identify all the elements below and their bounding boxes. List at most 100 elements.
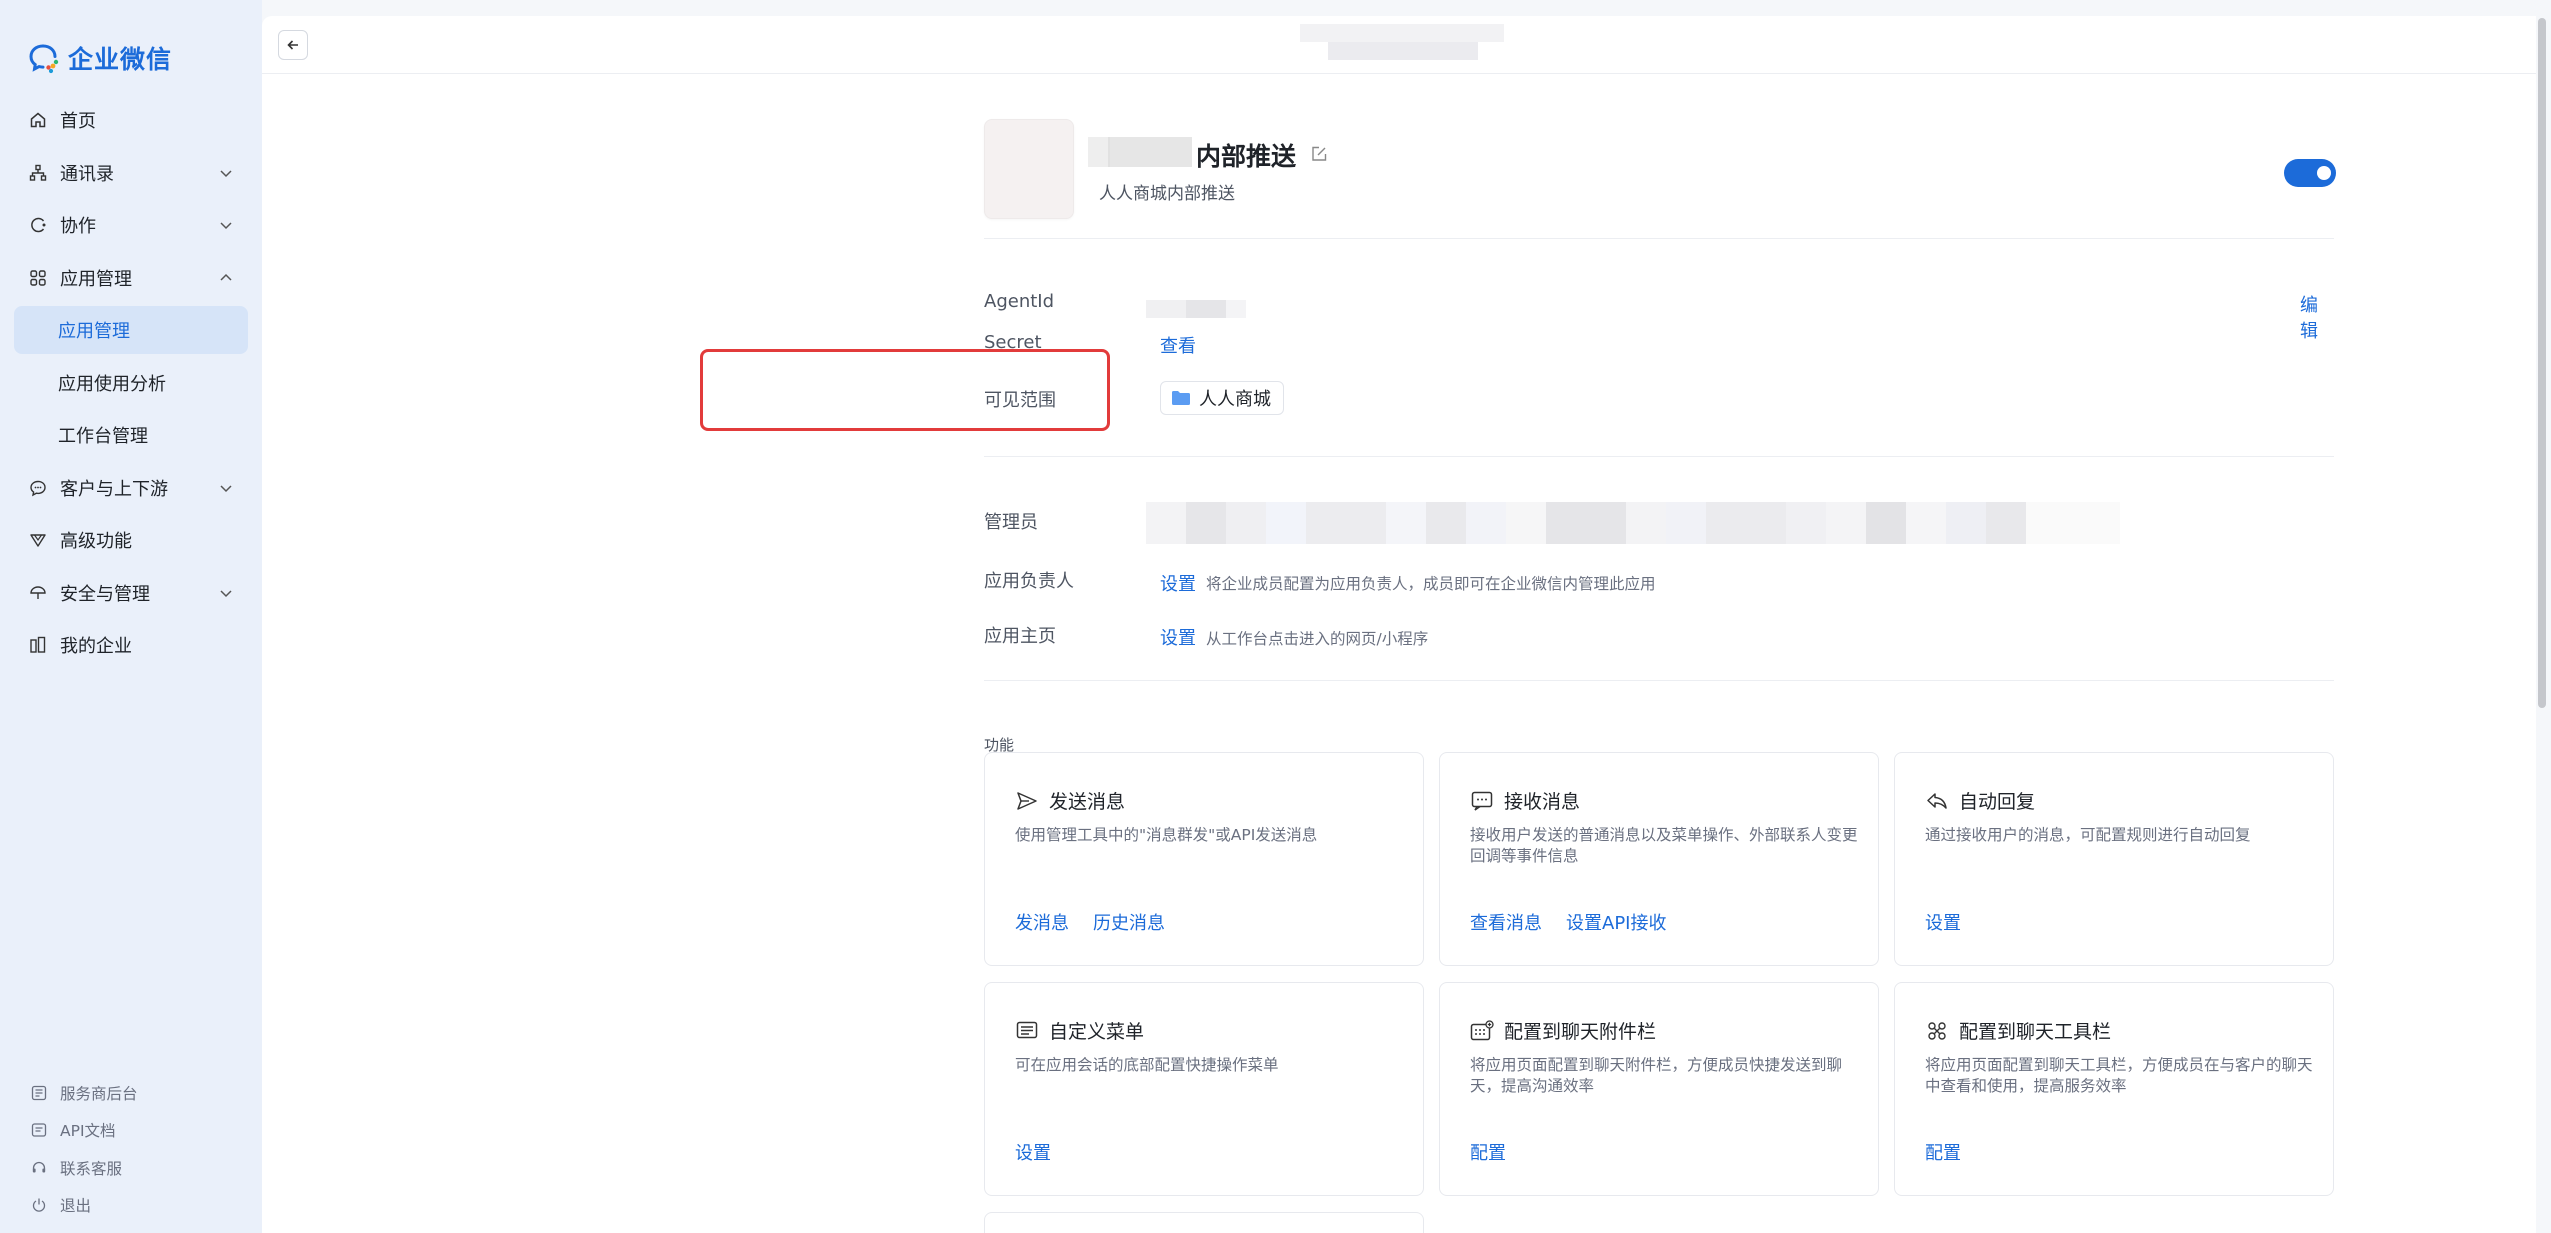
app-header: 内部推送 人人商城内部推送 [984,119,2336,219]
sidebar-item-label: 首页 [60,111,96,132]
agentid-label: AgentId [984,291,1055,312]
building-icon [28,635,48,655]
send-icon [1015,790,1039,812]
headset-icon [30,1159,48,1177]
secret-view-link[interactable]: 查看 [1160,332,1196,358]
sidebar-subitem-workbench-management[interactable]: 工作台管理 [14,411,248,459]
auto-reply-settings-link[interactable]: 设置 [1925,909,1961,935]
footer-item-customer-service[interactable]: 联系客服 [30,1149,240,1187]
collab-icon [28,215,48,235]
card-title-text: 配置到聊天附件栏 [1504,1021,1657,1043]
power-icon [30,1196,48,1214]
app-owner-label: 应用负责人 [984,571,1074,592]
feature-card-auto-reply: 自动回复 通过接收用户的消息，可配置规则进行自动回复 设置 [1894,752,2334,966]
app-owner-set-link[interactable]: 设置 [1160,570,1196,596]
sidebar-item-label: 安全与管理 [60,583,150,605]
toggle-knob [2317,166,2331,180]
sidebar-item-home[interactable]: 首页 [14,96,248,144]
arrow-left-icon [287,40,298,50]
sidebar-item-app-management[interactable]: 应用管理 [14,254,248,302]
feature-card-chat-toolbar: 配置到聊天工具栏 将应用页面配置到聊天工具栏，方便成员在与客户的聊天中查看和使用… [1894,982,2334,1196]
org-chart-icon [28,163,48,183]
back-button[interactable] [278,30,308,60]
wecom-logo-icon [29,44,59,74]
reply-icon [1925,790,1949,812]
top-bar [262,16,2536,74]
redacted-name-part [1088,137,1110,167]
doc-icon [30,1121,48,1139]
scope-value: 人人商城 [1199,389,1271,410]
attachment-bar-icon [1470,1019,1494,1042]
chevron-down-icon [220,222,232,230]
sidebar-subitem-app-usage-analysis[interactable]: 应用使用分析 [14,359,248,407]
sidebar-item-label: 协作 [60,216,96,237]
folder-icon [1172,391,1190,405]
footer-item-logout[interactable]: 退出 [30,1187,240,1225]
sidebar-item-collab[interactable]: 协作 [14,201,248,249]
admin-label: 管理员 [984,512,1038,533]
send-message-link[interactable]: 发消息 [1015,909,1069,935]
card-title: 接收消息 [1470,787,1580,814]
card-links: 设置 [1925,909,1961,935]
sidebar-item-contacts[interactable]: 通讯录 [14,149,248,197]
footer-item-label: API文档 [60,1122,116,1141]
card-description: 通过接收用户的消息，可配置规则进行自动回复 [1925,826,2251,844]
app-logo[interactable] [984,119,1074,219]
chat-toolbar-config-link[interactable]: 配置 [1925,1139,1961,1165]
custom-menu-settings-link[interactable]: 设置 [1015,1139,1051,1165]
card-title-text: 接收消息 [1504,791,1581,813]
card-title: 配置到聊天工具栏 [1925,1017,2111,1044]
footer-item-label: 退出 [60,1197,92,1216]
page-scrollbar[interactable] [2538,18,2546,708]
sidebar: 企业微信 首页 通讯录 协作 应用管理 应用管理 应用使用分析 工作台管理 客户… [0,0,262,1233]
card-links: 配置 [1925,1139,1961,1165]
feature-card-partial [984,1212,1424,1233]
card-description: 将应用页面配置到聊天附件栏，方便成员快捷发送到聊天，提高沟通效率 [1470,1056,1843,1095]
sidebar-item-my-enterprise[interactable]: 我的企业 [14,621,248,669]
sidebar-footer: 服务商后台 API文档 联系客服 退出 [30,1074,240,1224]
footer-item-label: 联系客服 [60,1159,123,1178]
app-homepage-set-link[interactable]: 设置 [1160,624,1196,650]
app-enable-toggle[interactable] [2284,159,2336,187]
divider [984,238,2334,239]
view-messages-link[interactable]: 查看消息 [1470,909,1542,935]
sidebar-item-security[interactable]: 安全与管理 [14,569,248,617]
redacted-admin-list [1146,502,2176,544]
chevron-down-icon [220,169,232,177]
card-description: 将应用页面配置到聊天工具栏，方便成员在与客户的聊天中查看和使用，提高服务效率 [1925,1056,2313,1095]
toolbar-icon [1925,1020,1949,1042]
sidebar-item-label: 应用管理 [58,321,130,342]
sidebar-item-advanced[interactable]: 高级功能 [14,516,248,564]
footer-item-provider-admin[interactable]: 服务商后台 [30,1074,240,1112]
apps-grid-icon [28,268,48,288]
card-title: 发送消息 [1015,787,1125,814]
app-homepage-hint: 从工作台点击进入的网页/小程序 [1206,630,1429,648]
menu-icon [1015,1020,1039,1042]
message-history-link[interactable]: 历史消息 [1093,909,1165,935]
chevron-down-icon [220,484,232,492]
footer-item-api-docs[interactable]: API文档 [30,1112,240,1150]
home-icon [28,110,48,130]
divider [984,680,2334,681]
redacted-agentid [1146,296,1246,318]
card-description: 使用管理工具中的"消息群发"或API发送消息 [1015,826,1318,844]
attachment-bar-config-link[interactable]: 配置 [1470,1139,1506,1165]
visibility-scope-tag[interactable]: 人人商城 [1160,381,1284,415]
sidebar-item-customers[interactable]: 客户与上下游 [14,464,248,512]
main-panel: 内部推送 人人商城内部推送 AgentId 编辑 Secret 查看 可见范围 … [262,16,2536,1233]
sidebar-subitem-app-management[interactable]: 应用管理 [14,306,248,354]
card-title-text: 自动回复 [1959,791,2036,813]
feature-card-receive-message: 接收消息 接收用户发送的普通消息以及菜单操作、外部联系人变更回调等事件信息 查看… [1439,752,1879,966]
edit-link[interactable]: 编辑 [2300,291,2334,343]
app-owner-hint: 将企业成员配置为应用负责人，成员即可在企业微信内管理此应用 [1206,575,1656,593]
card-description: 接收用户发送的普通消息以及菜单操作、外部联系人变更回调等事件信息 [1470,826,1858,865]
redacted-title [1300,22,1508,62]
api-receive-settings-link[interactable]: 设置API接收 [1566,909,1666,935]
card-title-text: 发送消息 [1049,791,1126,813]
card-title: 自定义菜单 [1015,1017,1144,1044]
brand-logo[interactable]: 企业微信 [26,38,172,78]
highlight-box [700,349,1110,431]
sidebar-item-label: 应用使用分析 [58,373,166,395]
edit-icon[interactable] [1310,145,1328,163]
card-title-text: 配置到聊天工具栏 [1959,1021,2112,1043]
